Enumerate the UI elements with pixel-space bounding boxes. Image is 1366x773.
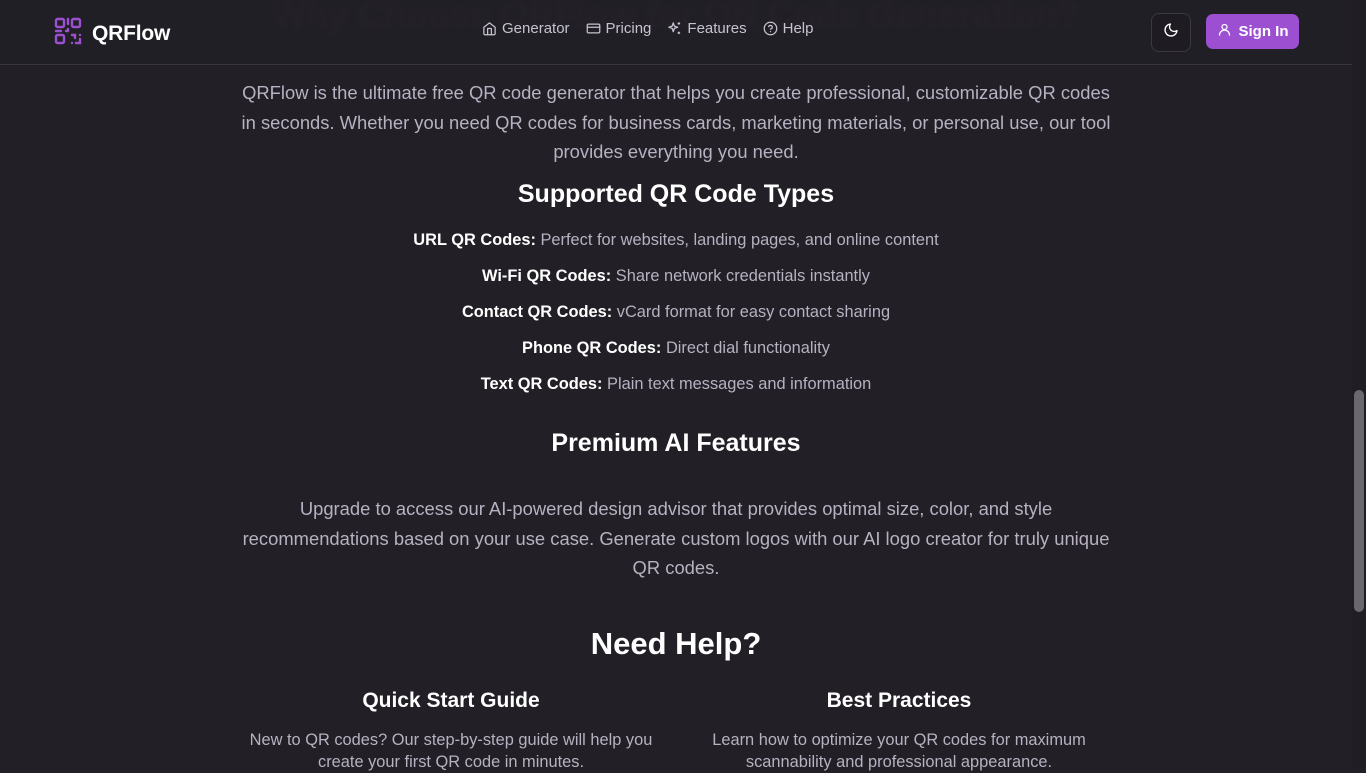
theme-toggle-button[interactable]	[1151, 13, 1191, 52]
premium-heading: Premium AI Features	[551, 429, 801, 457]
type-item-desc: Share network credentials instantly	[615, 267, 870, 285]
type-item-label: URL QR Codes:	[413, 231, 536, 249]
credit-card-icon	[586, 21, 601, 36]
type-item-desc: Plain text messages and information	[607, 375, 872, 393]
type-item-label: Text QR Codes:	[480, 375, 603, 393]
type-item-desc: Perfect for websites, landing pages, and…	[540, 231, 939, 249]
sparkles-icon	[667, 21, 682, 36]
types-heading: Supported QR Code Types	[517, 180, 835, 208]
nav-features[interactable]: Features	[667, 20, 747, 37]
main-nav: Generator Pricing Features Help	[482, 20, 813, 37]
scrollbar-track[interactable]	[1352, 0, 1366, 768]
type-item-label: Phone QR Codes:	[522, 339, 662, 357]
type-item-label: Wi-Fi QR Codes:	[482, 267, 612, 285]
qr-code-icon	[54, 17, 82, 50]
type-item-wifi: Wi-Fi QR Codes: Share network credential…	[0, 267, 1352, 286]
quick-start-text: New to QR codes? Our step-by-step guide …	[249, 731, 653, 771]
about-intro-text: QRFlow is the ultimate free QR code gene…	[241, 82, 1111, 162]
type-item-url: URL QR Codes: Perfect for websites, land…	[0, 231, 1352, 250]
nav-generator[interactable]: Generator	[482, 20, 570, 37]
premium-text: Upgrade to access our AI-powered design …	[242, 498, 1110, 578]
best-practices-title: Best Practices	[826, 689, 972, 712]
site-header: QRFlow Generator Pricing Features Help S…	[0, 0, 1352, 65]
nav-label: Generator	[502, 20, 570, 37]
type-item-desc: vCard format for easy contact sharing	[616, 303, 891, 321]
user-icon	[1217, 22, 1232, 41]
best-practices-text: Learn how to optimize your QR codes for …	[712, 731, 1086, 771]
type-item-contact: Contact QR Codes: vCard format for easy …	[0, 303, 1352, 322]
type-item-phone: Phone QR Codes: Direct dial functionalit…	[0, 339, 1352, 358]
moon-icon	[1163, 22, 1179, 43]
nav-label: Help	[782, 20, 814, 37]
home-icon	[482, 21, 497, 36]
nav-help[interactable]: Help	[763, 20, 814, 37]
nav-pricing[interactable]: Pricing	[586, 20, 652, 37]
type-item-label: Contact QR Codes:	[461, 303, 613, 321]
brand-logo[interactable]: QRFlow	[54, 17, 170, 50]
sign-in-button[interactable]: Sign In	[1206, 14, 1299, 49]
nav-label: Pricing	[605, 20, 652, 37]
help-heading: Need Help?	[590, 626, 762, 661]
nav-label: Features	[687, 20, 747, 37]
brand-name: QRFlow	[92, 21, 171, 45]
help-circle-icon	[763, 21, 778, 36]
scrollbar-thumb[interactable]	[1354, 390, 1364, 612]
type-item-text: Text QR Codes: Plain text messages and i…	[0, 375, 1352, 394]
sign-in-label: Sign In	[1238, 23, 1289, 40]
type-item-desc: Direct dial functionality	[665, 339, 830, 357]
quick-start-title: Quick Start Guide	[362, 689, 540, 712]
